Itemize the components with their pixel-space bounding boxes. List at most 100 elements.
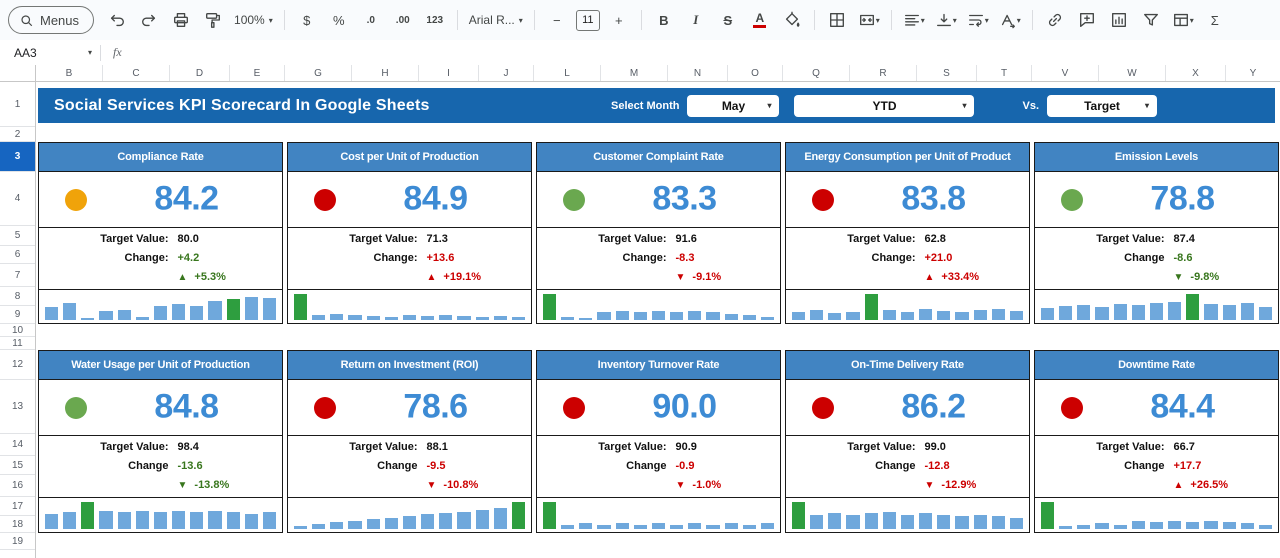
trend-arrow-icon: ▼: [675, 480, 686, 491]
strikethrough-button[interactable]: S: [713, 7, 743, 33]
row-header[interactable]: 11: [0, 337, 35, 350]
row-header[interactable]: 2: [0, 127, 35, 142]
increase-font-size-button[interactable]: +: [604, 7, 634, 33]
percent-format-button[interactable]: %: [324, 7, 354, 33]
bold-button[interactable]: B: [649, 7, 679, 33]
row-header[interactable]: 18: [0, 516, 35, 533]
column-header[interactable]: E: [230, 65, 285, 81]
sparkline-bar: [208, 510, 222, 529]
paint-format-button[interactable]: [198, 7, 228, 33]
column-header[interactable]: Y: [1226, 65, 1280, 81]
row-header[interactable]: 13: [0, 380, 35, 434]
column-header[interactable]: J: [479, 65, 534, 81]
text-color-button[interactable]: A: [745, 7, 775, 33]
zoom-select[interactable]: 100% ▾: [230, 7, 277, 33]
font-size-input[interactable]: 11: [575, 9, 600, 31]
vertical-align-button[interactable]: ▾: [931, 7, 961, 33]
column-header[interactable]: W: [1099, 65, 1166, 81]
sparkline-bar: [439, 314, 453, 320]
horizontal-align-button[interactable]: ▾: [899, 7, 929, 33]
row-header[interactable]: 9: [0, 306, 35, 324]
change-percent: -1.0%: [692, 479, 722, 491]
column-header[interactable]: Q: [783, 65, 850, 81]
change-value: +4.2: [177, 252, 200, 264]
spreadsheet-grid[interactable]: Social Services KPI Scorecard In Google …: [36, 82, 1280, 558]
cell-name-box[interactable]: AA3 ▾: [0, 46, 100, 60]
column-header[interactable]: L: [534, 65, 601, 81]
sparkline-bar: [45, 306, 59, 320]
increase-decimal-button[interactable]: .00: [388, 7, 418, 33]
change-label: Change:: [373, 252, 418, 264]
sparkline-bar: [135, 510, 149, 529]
compare-select[interactable]: Target ▾: [1047, 94, 1157, 117]
row-header[interactable]: 15: [0, 456, 35, 475]
column-header[interactable]: V: [1032, 65, 1099, 81]
column-header[interactable]: N: [668, 65, 728, 81]
column-header[interactable]: O: [728, 65, 783, 81]
trend-arrow-icon: ▼: [177, 480, 188, 491]
insert-link-button[interactable]: [1040, 7, 1070, 33]
sparkline-bar: [1009, 517, 1024, 529]
column-header[interactable]: R: [850, 65, 917, 81]
period-select[interactable]: YTD ▾: [794, 94, 975, 117]
sparkline-bar: [1113, 524, 1127, 529]
row-header[interactable]: 12: [0, 350, 35, 380]
sparkline-bar: [1149, 522, 1164, 529]
text-rotation-button[interactable]: ▾: [995, 7, 1025, 33]
column-header[interactable]: B: [36, 65, 103, 81]
column-header[interactable]: H: [352, 65, 419, 81]
change-label: Change: [875, 460, 916, 472]
decrease-decimal-button[interactable]: .0: [356, 7, 386, 33]
merge-cells-button[interactable]: ▾: [854, 7, 884, 33]
row-header[interactable]: 17: [0, 497, 35, 516]
row-header[interactable]: 5: [0, 226, 35, 246]
undo-button[interactable]: [102, 7, 132, 33]
row-header[interactable]: 7: [0, 264, 35, 287]
font-family-select[interactable]: Arial R... ▾: [465, 7, 527, 33]
row-header[interactable]: 10: [0, 324, 35, 337]
row-header[interactable]: 6: [0, 246, 35, 264]
column-header[interactable]: D: [170, 65, 230, 81]
currency-format-button[interactable]: $: [292, 7, 322, 33]
sparkline-bar: [792, 311, 806, 320]
sparkline-bar: [688, 523, 702, 529]
row-header[interactable]: 3: [0, 142, 35, 172]
kpi-card: Emission Levels 78.8 Target Value: 87.4 C…: [1034, 142, 1279, 324]
column-header[interactable]: T: [977, 65, 1032, 81]
row-header[interactable]: 1: [0, 82, 35, 127]
row-header[interactable]: 19: [0, 533, 35, 550]
insert-chart-button[interactable]: [1104, 7, 1134, 33]
insert-comment-button[interactable]: [1072, 7, 1102, 33]
redo-button[interactable]: [134, 7, 164, 33]
column-header[interactable]: M: [601, 65, 668, 81]
toolbar-divider: [890, 10, 892, 30]
decrease-font-size-button[interactable]: −: [542, 7, 572, 33]
chart-icon: [1111, 13, 1126, 27]
number-format-button[interactable]: 123: [420, 7, 450, 33]
row-header[interactable]: 14: [0, 434, 35, 456]
sparkline-bar: [597, 524, 611, 529]
table-views-button[interactable]: ▾: [1168, 7, 1198, 33]
italic-button[interactable]: I: [681, 7, 711, 33]
formula-input[interactable]: [134, 40, 1280, 65]
column-header[interactable]: X: [1166, 65, 1226, 81]
fill-color-button[interactable]: [777, 7, 807, 33]
row-header[interactable]: 16: [0, 475, 35, 497]
column-header[interactable]: S: [917, 65, 977, 81]
sparkline-bar: [1186, 294, 1200, 320]
column-header[interactable]: G: [285, 65, 352, 81]
text-wrap-button[interactable]: ▾: [963, 7, 993, 33]
column-header[interactable]: C: [103, 65, 170, 81]
create-filter-button[interactable]: [1136, 7, 1166, 33]
select-all-corner[interactable]: [0, 65, 36, 82]
row-header[interactable]: 4: [0, 172, 35, 226]
row-header[interactable]: 8: [0, 287, 35, 306]
borders-button[interactable]: [822, 7, 852, 33]
print-button[interactable]: [166, 7, 196, 33]
functions-button[interactable]: Σ: [1200, 7, 1230, 33]
column-header[interactable]: I: [419, 65, 479, 81]
compare-value: Target: [1084, 98, 1120, 113]
month-select[interactable]: May ▾: [687, 94, 780, 117]
trend-arrow-icon: ▼: [675, 272, 686, 283]
menus-button[interactable]: Menus: [8, 6, 95, 34]
